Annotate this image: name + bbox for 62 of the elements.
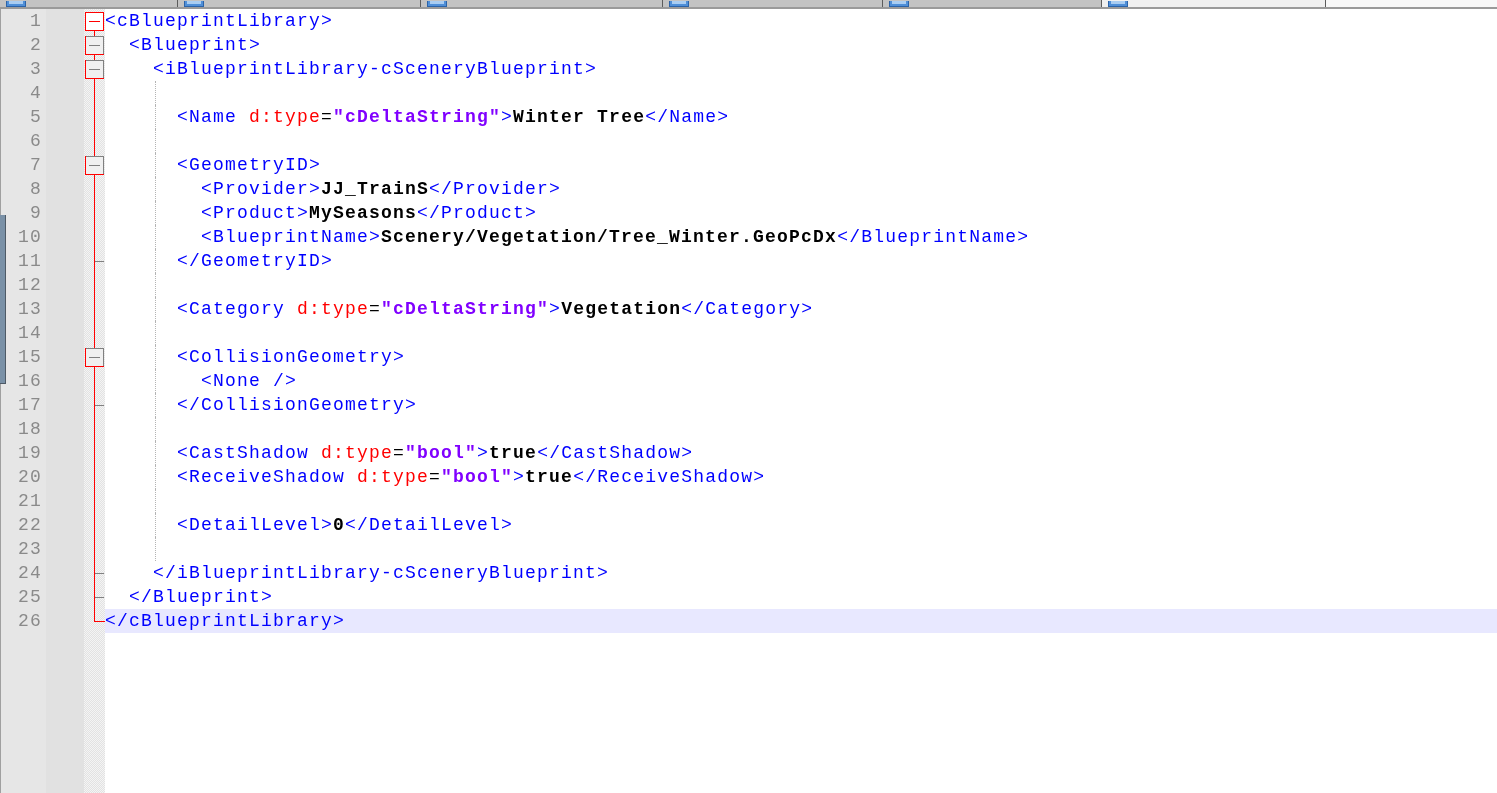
file-icon [889,1,909,7]
collapse-icon[interactable] [85,348,104,367]
line-number: 17 [18,395,42,415]
tab[interactable] [883,0,1102,7]
line-number: 25 [18,587,42,607]
code-line: </cBlueprintLibrary> [105,611,346,631]
collapse-icon[interactable] [85,36,104,55]
collapse-icon[interactable] [85,156,104,175]
line-number: 5 [30,107,42,127]
code-line: </Blueprint> [129,587,274,607]
collapse-icon[interactable] [85,12,104,31]
code-line: <cBlueprintLibrary> [105,11,334,31]
code-line: <CollisionGeometry> [177,347,406,367]
line-number: 1 [30,11,42,31]
line-number: 10 [18,227,42,247]
file-icon [1108,1,1128,7]
line-number: 12 [18,275,42,295]
code-line: </iBlueprintLibrary-cSceneryBlueprint> [153,563,610,583]
code-line: <BlueprintName>Scenery/Vegetation/Tree_Winter.GeoPcDx</BlueprintName> [201,227,1030,247]
code-line: <Provider>JJ_TrainS</Provider> [201,179,562,199]
tab[interactable] [178,0,421,7]
tab[interactable] [0,0,178,7]
line-number: 24 [18,563,42,583]
code-line: <DetailLevel>0</DetailLevel> [177,515,514,535]
line-number: 14 [18,323,42,343]
file-icon [669,1,689,7]
line-number: 11 [18,251,42,271]
collapse-icon[interactable] [85,60,104,79]
line-number: 23 [18,539,42,559]
file-icon [6,1,26,7]
code-line: <ReceiveShadow d:type="bool">true</ReceiveShadow> [177,467,766,487]
code-line: <None /> [201,371,298,391]
code-line: <Name d:type="cDeltaString">Winter Tree</Name> [177,107,730,127]
code-line: <GeometryID> [177,155,322,175]
line-number: 16 [18,371,42,391]
code-line: <Product>MySeasons</Product> [201,203,538,223]
line-number: 21 [18,491,42,511]
line-number: 2 [30,35,42,55]
code-line: <iBlueprintLibrary-cSceneryBlueprint> [153,59,598,79]
line-number: 6 [30,131,42,151]
tab[interactable] [663,0,883,7]
line-number: 19 [18,443,42,463]
code-line: <Category d:type="cDeltaString">Vegetation</Category> [177,299,814,319]
line-number: 18 [18,419,42,439]
line-number: 26 [18,611,42,631]
line-number: 20 [18,467,42,487]
tab[interactable] [421,0,663,7]
code-line: </GeometryID> [177,251,334,271]
line-number: 13 [18,299,42,319]
line-number: 22 [18,515,42,535]
line-number: 8 [30,179,42,199]
file-icon [184,1,204,7]
file-icon [427,1,447,7]
line-number: 7 [30,155,42,175]
line-number: 4 [30,83,42,103]
line-number: 15 [18,347,42,367]
code-line: <CastShadow d:type="bool">true</CastShadow> [177,443,694,463]
code-line: </CollisionGeometry> [177,395,418,415]
line-number: 9 [30,203,42,223]
code-line: <Blueprint> [129,35,262,55]
tab[interactable] [1102,0,1326,7]
line-number: 3 [30,59,42,79]
